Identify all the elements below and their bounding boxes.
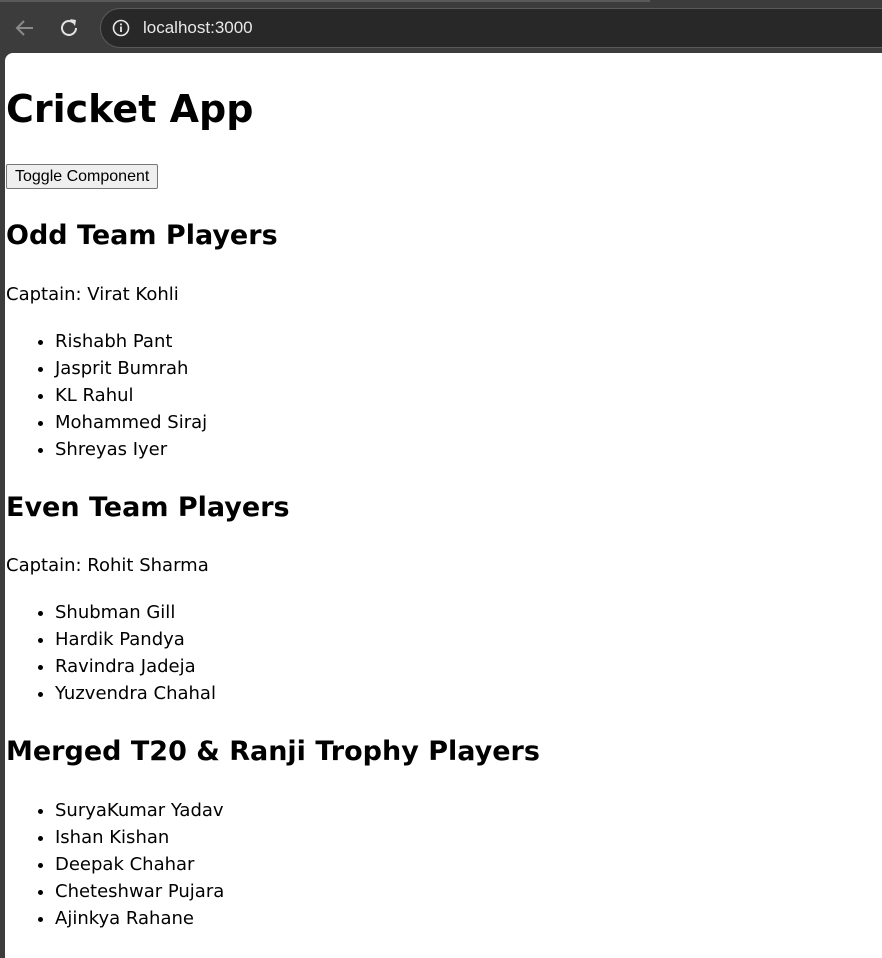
merged-players-heading: Merged T20 & Ranji Trophy Players [6, 736, 540, 767]
even-team-heading: Even Team Players [6, 492, 290, 523]
list-item: Cheteshwar Pujara [55, 878, 224, 905]
list-item: Mohammed Siraj [55, 409, 207, 436]
page-viewport: Cricket App Toggle Component Odd Team Pl… [5, 53, 882, 958]
tab-strip-edge [0, 0, 650, 2]
list-item: Rishabh Pant [55, 328, 207, 355]
list-item: KL Rahul [55, 382, 207, 409]
list-item: Deepak Chahar [55, 851, 224, 878]
back-button[interactable] [8, 11, 42, 45]
list-item: Ajinkya Rahane [55, 905, 224, 932]
browser-toolbar: localhost:3000 [0, 0, 882, 56]
odd-team-list: Rishabh Pant Jasprit Bumrah KL Rahul Moh… [6, 328, 207, 463]
reload-icon [61, 19, 77, 36]
reload-button[interactable] [52, 11, 86, 45]
odd-team-captain: Captain: Virat Kohli [6, 284, 179, 305]
even-team-captain: Captain: Rohit Sharma [6, 555, 209, 576]
list-item: Ravindra Jadeja [55, 653, 216, 680]
list-item: Ishan Kishan [55, 824, 224, 851]
list-item: Shubman Gill [55, 599, 216, 626]
list-item: SuryaKumar Yadav [55, 797, 224, 824]
list-item: Hardik Pandya [55, 626, 216, 653]
list-item: Jasprit Bumrah [55, 355, 207, 382]
toggle-component-button[interactable]: Toggle Component [6, 164, 159, 189]
app-title: Cricket App [6, 87, 254, 131]
list-item: Shreyas Iyer [55, 436, 207, 463]
address-bar[interactable]: localhost:3000 [100, 8, 882, 48]
info-icon[interactable] [111, 18, 131, 38]
even-team-list: Shubman Gill Hardik Pandya Ravindra Jade… [6, 599, 216, 707]
url-text: localhost:3000 [143, 18, 253, 37]
odd-team-heading: Odd Team Players [6, 220, 278, 251]
arrow-left-icon [15, 20, 33, 36]
list-item: Yuzvendra Chahal [55, 680, 216, 707]
merged-players-list: SuryaKumar Yadav Ishan Kishan Deepak Cha… [6, 797, 224, 932]
